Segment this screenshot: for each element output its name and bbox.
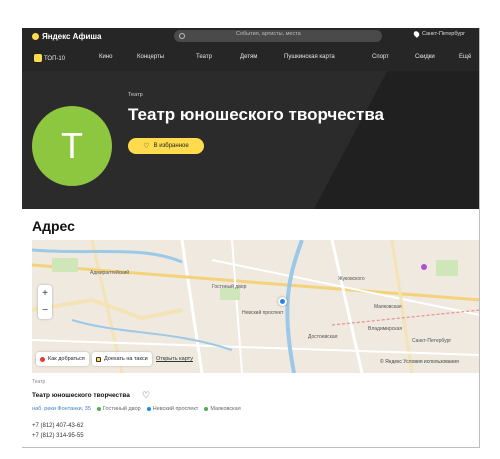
metro-station: Маяковская [204, 406, 241, 412]
favorite-heart-icon[interactable]: ♡ [142, 390, 150, 401]
logo-text: Яндекс Афиша [42, 31, 102, 41]
zoom-out-button[interactable]: − [38, 302, 52, 319]
nav-item-top10[interactable]: ТОП-10 [34, 54, 65, 62]
metro-station: Невский проспект [146, 406, 199, 412]
address-link[interactable]: наб. реки Фонтанки, 35 [32, 406, 91, 412]
open-map-link[interactable]: Открыть карту [156, 356, 193, 362]
search-input[interactable]: События, артисты, места [174, 30, 382, 42]
search-placeholder: События, артисты, места [236, 31, 301, 37]
metro-station: Гостиный двор [96, 406, 141, 412]
taxi-icon [96, 356, 101, 362]
phone-number[interactable]: +7 (812) 314-95-55 [32, 433, 84, 439]
city-label: Санкт-Петербург [422, 31, 466, 37]
metro-icon [146, 407, 151, 411]
venue-category: Театр [128, 92, 143, 98]
nav-item-discounts[interactable]: Скидки [415, 54, 435, 60]
page-frame: Яндекс Афиша События, артисты, места Сан… [22, 28, 480, 448]
nav-item-concerts[interactable]: Концерты [137, 54, 164, 60]
hero-decoration [306, 71, 479, 209]
avatar: Т [32, 106, 112, 186]
venue-name: Театр юношеского творчества [32, 392, 130, 399]
venue-category-small: Театр [32, 379, 46, 385]
nav-item-pushkin-card[interactable]: Пушкинская карта [284, 54, 335, 60]
zoom-in-button[interactable]: + [38, 285, 52, 302]
zoom-controls: + − [38, 285, 52, 319]
map-label: Достоевская [308, 334, 338, 340]
nav-item-more[interactable]: Ещё [459, 54, 471, 60]
favorites-label: В избранное [153, 143, 189, 149]
venue-location-marker[interactable] [278, 297, 287, 306]
page-title: Театр юношеского творчества [128, 105, 384, 124]
nav-item-kids[interactable]: Детям [240, 54, 257, 60]
route-label: Как добраться [48, 356, 85, 362]
phone-number[interactable]: +7 (812) 407-43-62 [32, 423, 84, 429]
metro-icon [96, 407, 101, 411]
logo-icon [32, 32, 39, 40]
add-to-favorites-button[interactable]: ♡ В избранное [128, 138, 204, 154]
venue-hero: Т Театр Театр юношеского творчества ♡ В … [22, 71, 479, 209]
logo[interactable]: Яндекс Афиша [32, 30, 102, 42]
map-label: Маяковская [374, 304, 402, 310]
city-selector[interactable]: Санкт-Петербург [412, 30, 466, 38]
nav-label: ТОП-10 [44, 56, 66, 62]
map-copyright[interactable]: © Яндекс Условия использования [380, 359, 459, 365]
location-pin-icon [412, 30, 421, 38]
nav-item-kino[interactable]: Кино [99, 54, 113, 60]
address-heading: Адрес [32, 218, 75, 234]
route-icon [40, 356, 45, 362]
map-label: Санкт-Петербург [412, 338, 452, 344]
nav-item-theatre[interactable]: Театр [196, 54, 212, 60]
taxi-label: Доехать на такси [104, 356, 148, 362]
top10-icon [34, 54, 42, 62]
top-bar: Яндекс Афиша События, артисты, места Сан… [22, 28, 479, 44]
nav-item-sport[interactable]: Спорт [372, 54, 389, 60]
venue-map[interactable]: Адмиралтейский Гостиный двор Невский про… [32, 240, 479, 373]
metro-icon [204, 407, 209, 411]
map-label: Гостиный двор [212, 284, 247, 290]
route-button[interactable]: Как добраться [36, 352, 89, 366]
metro-name: Невский проспект [152, 406, 199, 412]
map-label: Адмиралтейский [90, 270, 130, 276]
map-label: Владимирская [368, 326, 403, 332]
map-label: Невский проспект [242, 310, 284, 316]
metro-name: Гостиный двор [102, 406, 141, 412]
map-label: Жуковского [338, 276, 365, 282]
metro-name: Маяковская [210, 406, 241, 412]
search-icon [179, 33, 185, 39]
venue-address-row: наб. реки Фонтанки, 35 Гостиный двор Нев… [32, 406, 241, 412]
taxi-button[interactable]: Доехать на такси [92, 352, 152, 366]
heart-icon: ♡ [143, 142, 150, 150]
main-nav: ТОП-10 Кино Концерты Театр Детям Пушкинс… [22, 44, 479, 71]
